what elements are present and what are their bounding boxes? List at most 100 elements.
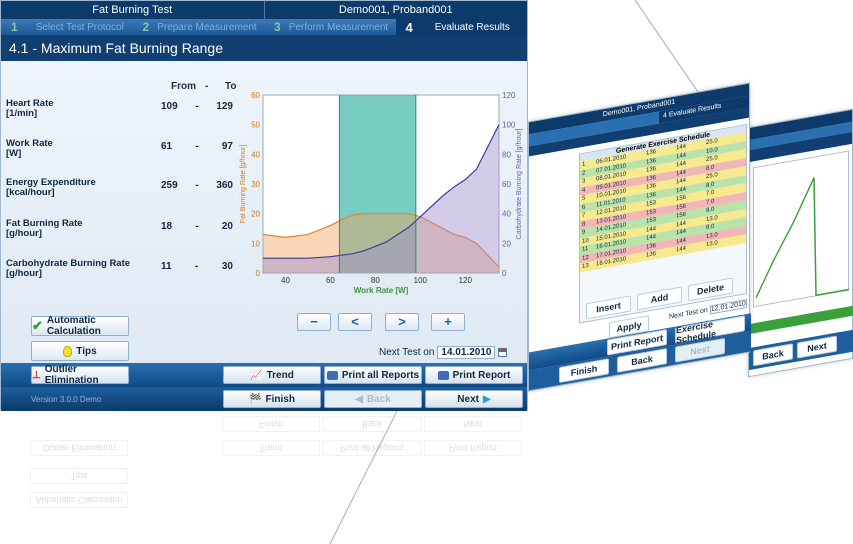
bg1-next-test-date: 12.01.2010 <box>709 298 747 315</box>
calendar-icon[interactable] <box>498 348 508 357</box>
zoom-out-button[interactable]: − <box>297 313 331 331</box>
finish-button[interactable]: 🏁 Finish <box>223 390 321 408</box>
param-from: 18 <box>161 221 173 232</box>
window-title: Fat Burning Test <box>1 1 265 19</box>
param-name: Energy Expenditure [kcal/hour] <box>6 178 96 198</box>
tips-label: Tips <box>76 345 97 357</box>
print-report-label: Print Report <box>452 369 511 381</box>
stage: Back Next Demo001, Proband001 4 Evaluate… <box>0 0 853 544</box>
next-test-date-field[interactable]: 14.01.2010 <box>437 346 496 359</box>
x-tick-label: 60 <box>326 276 335 285</box>
x-tick-label: 120 <box>459 276 473 285</box>
reflect-trend: Trend <box>222 440 320 456</box>
param-dash: - <box>195 101 199 112</box>
param-dash: - <box>195 261 199 272</box>
param-range: 18 - 20 <box>161 221 233 232</box>
step-2-label: Prepare Measurement <box>157 21 257 33</box>
y-tick-label: 30 <box>251 180 260 189</box>
finish-flag-icon: 🏁 <box>249 393 262 405</box>
step-4-label: Evaluate Results <box>434 21 510 33</box>
y-tick-label: 50 <box>251 121 260 130</box>
automatic-calculation-button[interactable]: ✔ Automatic Calculation <box>31 315 129 337</box>
next-label: Next <box>457 393 479 405</box>
y2-tick-label: 120 <box>502 91 516 100</box>
reflect-back: Back <box>323 416 421 432</box>
param-to: 129 <box>216 101 233 112</box>
param-unit: [W] <box>6 148 22 159</box>
param-unit: [kcal/hour] <box>6 187 55 198</box>
bg1-insert-button: Insert <box>586 295 631 320</box>
param-unit: [g/hour] <box>6 268 42 279</box>
y-tick-label: 0 <box>256 269 261 278</box>
subject-name: Demo001, Proband001 <box>338 4 453 16</box>
outlier-elimination-button[interactable]: ⊥ Outlier Elimination <box>31 364 129 386</box>
from-header: From <box>171 81 196 92</box>
param-to: 97 <box>221 141 233 152</box>
step-tab-4[interactable]: 4 Evaluate Results <box>395 19 527 35</box>
reflect-print-report: Print Report <box>424 440 522 456</box>
bg-window-chart: Back Next <box>748 108 853 378</box>
version-label: Version 3.0.0 Demo <box>31 395 102 404</box>
y2-tick-label: 60 <box>502 180 511 189</box>
step-4-number: 4 <box>405 19 413 35</box>
dash-header: - <box>205 81 209 92</box>
toolbar-bottom-2: Version 3.0.0 Demo 🏁 Finish ◀ Back Next … <box>1 387 527 411</box>
param-dash: - <box>195 180 199 191</box>
reflect-auto-calc: Automatic Calculation <box>30 492 128 508</box>
bg1-cell-no: 13 <box>582 262 589 271</box>
next-button[interactable]: Next ▶ <box>425 390 523 408</box>
step-tab-1[interactable]: 1 Select Test Protocol <box>1 19 133 35</box>
x-tick-label: 100 <box>414 276 428 285</box>
step-tab-2[interactable]: 2 Prepare Measurement <box>133 19 265 35</box>
next-arrow-icon: ▶ <box>482 393 491 405</box>
content-area: From - To Heart Rate [1/min] 109-129 Work R… <box>1 61 527 366</box>
back-arrow-icon: ◀ <box>355 393 363 405</box>
param-range: 109 - 129 <box>161 101 233 112</box>
y-tick-label: 20 <box>251 210 260 219</box>
y2-tick-label: 20 <box>502 239 511 248</box>
bg1-delete-button: Delete <box>688 277 733 302</box>
app-window: Fat Burning Test Demo001, Proband001 1 Se… <box>0 0 528 411</box>
param-unit: [g/hour] <box>6 228 42 239</box>
next-test: Next Test on 14.01.2010 <box>379 346 508 359</box>
step-1-label: Select Test Protocol <box>35 21 124 33</box>
y-tick-label: 40 <box>251 150 260 159</box>
print-report-button[interactable]: Print Report <box>425 366 523 384</box>
zoom-in-button[interactable]: + <box>431 313 465 331</box>
bg1-step-num: 4 <box>663 112 667 120</box>
fat-burning-chart: 40 60 80 100 120 0 10 20 30 40 50 60 0 20 40 60 80 100 120… <box>237 89 527 309</box>
param-name: Heart Rate [1/min] <box>6 99 54 119</box>
printer-icon <box>326 370 338 380</box>
print-all-reports-button[interactable]: Print all Reports <box>324 366 422 384</box>
y-tick-label: 60 <box>251 91 260 100</box>
checkmark-icon: ✔ <box>32 318 43 333</box>
lightbulb-icon <box>63 345 73 357</box>
param-range: 11 - 30 <box>161 261 233 272</box>
trend-button[interactable]: 📈 Trend <box>223 366 321 384</box>
x-tick-label: 40 <box>281 276 290 285</box>
param-from: 61 <box>161 141 173 152</box>
step-tabs: 1 Select Test Protocol 2 Prepare Measureme… <box>1 19 527 35</box>
bg2-back-button: Back <box>753 343 793 367</box>
param-range: 61 - 97 <box>161 141 233 152</box>
step-tab-3[interactable]: 3 Perform Measurement <box>264 19 396 35</box>
reflect-outlier: Outlier Elimination <box>30 440 128 456</box>
automatic-calculation-label: Automatic Calculation <box>46 315 101 337</box>
chart-svg: 40 60 80 100 120 0 10 20 30 40 50 60 0 20 40 60 80 100 120… <box>240 91 523 295</box>
y2-tick-label: 80 <box>502 150 511 159</box>
outlier-icon: ⊥ <box>32 369 41 381</box>
tips-button[interactable]: Tips <box>31 341 129 361</box>
param-from: 11 <box>161 261 172 272</box>
prev-button[interactable]: < <box>338 313 372 331</box>
bg1-add-button: Add <box>637 286 682 311</box>
step-1-number: 1 <box>11 20 18 34</box>
x-tick-label: 80 <box>371 276 380 285</box>
y-axis-label: Fat Burning Rate [g/hour] <box>240 145 247 224</box>
toolbar-bottom-1: ⊥ Outlier Elimination 📈 Trend Print all … <box>1 363 527 387</box>
printer-icon <box>437 370 449 380</box>
bg-window-schedule: Demo001, Proband001 4 Evaluate Results G… <box>528 82 751 392</box>
y2-tick-label: 40 <box>502 210 511 219</box>
step-3-number: 3 <box>274 20 281 34</box>
back-button[interactable]: ◀ Back <box>324 390 422 408</box>
next-small-button[interactable]: > <box>385 313 419 331</box>
